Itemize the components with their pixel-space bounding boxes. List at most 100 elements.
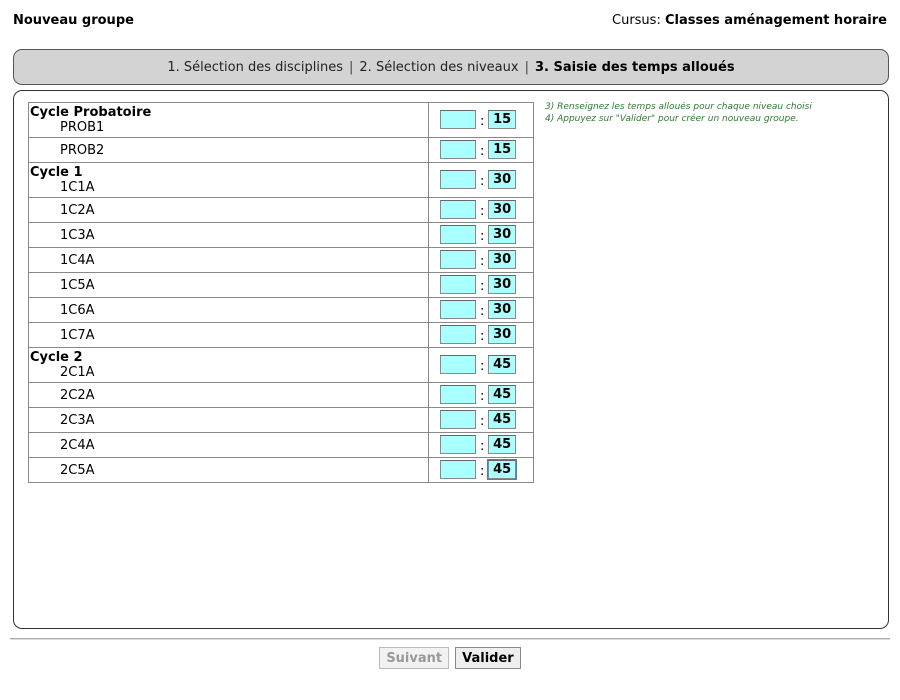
hours-input[interactable] <box>440 225 477 244</box>
cycle-label: Cycle 2 <box>30 350 83 365</box>
page-title: Nouveau groupe <box>13 13 134 28</box>
hours-input[interactable] <box>440 200 477 219</box>
time-inputs: :30 <box>429 300 533 320</box>
level-name-cell: 1C4A <box>28 247 430 273</box>
hours-input[interactable] <box>440 325 477 344</box>
hours-input[interactable] <box>440 250 477 269</box>
time-inputs: :15 <box>429 110 533 130</box>
minutes-input[interactable]: 45 <box>488 385 517 404</box>
level-name: 2C2A <box>60 387 95 403</box>
time-inputs-cell: :15 <box>428 102 534 138</box>
time-inputs-cell: :45 <box>428 432 534 458</box>
level-name: 2C1A <box>60 365 95 380</box>
minutes-input[interactable]: 30 <box>488 300 517 319</box>
table-row: PROB2:15 <box>28 137 534 163</box>
step-allocated-times: 3. Saisie des temps alloués <box>534 59 735 75</box>
time-separator: : <box>479 254 485 269</box>
table-row: 1C4A:30 <box>28 247 534 273</box>
table-row: Cycle 2 2C1A:45 <box>28 347 534 383</box>
minutes-input[interactable]: 45 <box>488 435 517 454</box>
next-button[interactable]: Suivant <box>379 647 450 669</box>
help-text: 3) Renseignez les temps alloués pour cha… <box>545 101 812 125</box>
hours-input[interactable] <box>440 385 477 404</box>
time-inputs-cell: :45 <box>428 347 534 383</box>
time-separator: : <box>479 439 485 454</box>
minutes-input[interactable]: 30 <box>488 275 517 294</box>
time-inputs: :45 <box>429 355 533 375</box>
hours-input[interactable] <box>440 460 477 479</box>
minutes-input[interactable]: 15 <box>488 110 517 129</box>
minutes-input[interactable]: 30 <box>488 225 517 244</box>
minutes-input[interactable]: 30 <box>488 250 517 269</box>
step-separator: | <box>349 59 354 75</box>
table-row: 2C4A:45 <box>28 432 534 458</box>
page-header: Nouveau groupe Cursus: Classes aménageme… <box>13 13 887 31</box>
time-inputs-cell: :45 <box>428 457 534 483</box>
level-name: 1C1A <box>60 180 95 195</box>
footer-divider <box>10 638 890 640</box>
validate-button[interactable]: Valider <box>455 647 521 669</box>
level-name: 2C4A <box>60 437 95 453</box>
level-name-cell: Cycle Probatoire PROB1 <box>28 102 430 138</box>
help-line-3: 3) Renseignez les temps alloués pour cha… <box>545 102 812 112</box>
level-name: PROB1 <box>60 120 105 135</box>
hours-input[interactable] <box>440 410 477 429</box>
minutes-input[interactable]: 45 <box>488 355 517 374</box>
level-name-cell: 1C5A <box>28 272 430 298</box>
level-name-cell: Cycle 1 1C1A <box>28 162 430 198</box>
level-name: 1C6A <box>60 302 95 318</box>
table-row: 1C7A:30 <box>28 322 534 348</box>
table-row: 1C3A:30 <box>28 222 534 248</box>
time-inputs: :30 <box>429 225 533 245</box>
level-name-cell: 2C4A <box>28 432 430 458</box>
hours-input[interactable] <box>440 140 477 159</box>
time-inputs: :30 <box>429 275 533 295</box>
minutes-input[interactable]: 30 <box>488 325 517 344</box>
cursus-label: Cursus: <box>612 13 661 28</box>
time-inputs-cell: :30 <box>428 272 534 298</box>
table-row: 1C6A:30 <box>28 297 534 323</box>
step-select-disciplines[interactable]: 1. Sélection des disciplines <box>167 60 343 75</box>
step-select-levels[interactable]: 2. Sélection des niveaux <box>359 60 518 75</box>
time-separator: : <box>479 304 485 319</box>
minutes-input[interactable]: 30 <box>488 200 517 219</box>
table-row: 2C2A:45 <box>28 382 534 408</box>
minutes-input[interactable]: 45 <box>487 459 518 480</box>
time-inputs: :30 <box>429 200 533 220</box>
time-separator: : <box>479 144 485 159</box>
level-name-cell: Cycle 2 2C1A <box>28 347 430 383</box>
table-row: Cycle 1 1C1A:30 <box>28 162 534 198</box>
level-name-cell: 1C3A <box>28 222 430 248</box>
time-inputs: :45 <box>429 410 533 430</box>
cursus-info: Cursus: Classes aménagement horaire <box>612 13 887 28</box>
time-separator: : <box>479 329 485 344</box>
hours-input[interactable] <box>440 355 477 374</box>
hours-input[interactable] <box>440 435 477 454</box>
hours-input[interactable] <box>440 170 477 189</box>
level-name-cell: 2C3A <box>28 407 430 433</box>
minutes-input[interactable]: 45 <box>488 410 517 429</box>
time-separator: : <box>479 204 485 219</box>
table-row: 2C3A:45 <box>28 407 534 433</box>
level-name-cell: PROB2 <box>28 137 430 163</box>
time-inputs-cell: :45 <box>428 407 534 433</box>
level-name-cell: 1C7A <box>28 322 430 348</box>
time-inputs-cell: :30 <box>428 322 534 348</box>
table-row: 1C2A:30 <box>28 197 534 223</box>
time-inputs: :45 <box>429 385 533 405</box>
hours-input[interactable] <box>440 110 477 129</box>
time-inputs-cell: :30 <box>428 162 534 198</box>
hours-input[interactable] <box>440 300 477 319</box>
wizard-steps: 1. Sélection des disciplines | 2. Sélect… <box>13 49 889 85</box>
time-separator: : <box>479 174 485 189</box>
minutes-input[interactable]: 15 <box>488 140 517 159</box>
time-inputs: :30 <box>429 250 533 270</box>
time-separator: : <box>479 389 485 404</box>
time-inputs-cell: :30 <box>428 247 534 273</box>
table-row: 2C5A:45 <box>28 457 534 483</box>
hours-input[interactable] <box>440 275 477 294</box>
minutes-input[interactable]: 30 <box>488 170 517 189</box>
level-name-cell: 2C5A <box>28 457 430 483</box>
footer-buttons: Suivant Valider <box>0 647 900 669</box>
content-panel: Cycle Probatoire PROB1:15 PROB2:15 Cycle 11… <box>13 90 889 629</box>
